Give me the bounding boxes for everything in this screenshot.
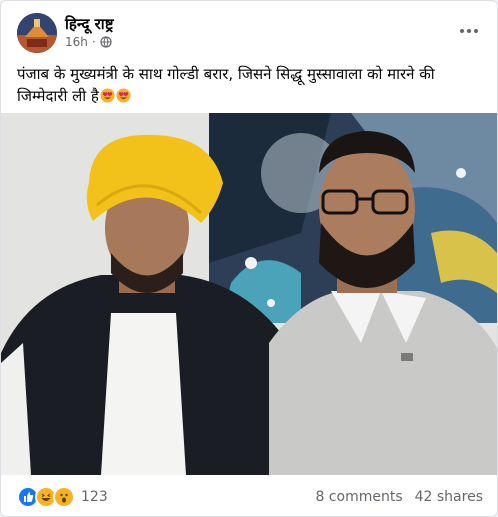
meta-separator: · xyxy=(91,35,96,49)
globe-icon xyxy=(100,36,112,48)
post-text: पंजाब के मुख्यमंत्री के साथ गोल्डी बरार,… xyxy=(17,63,483,107)
heart-eyes-emoji xyxy=(116,87,131,103)
post-meta: 16h · xyxy=(65,35,112,49)
page-avatar[interactable] xyxy=(17,13,57,53)
post-photo[interactable] xyxy=(1,113,497,475)
engagement-counts: 8 comments 42 shares xyxy=(315,489,483,505)
page-name[interactable]: हिन्दू राष्ट्र xyxy=(65,14,113,34)
shares-count[interactable]: 42 shares xyxy=(415,489,483,505)
post-text-body: पंजाब के मुख्यमंत्री के साथ गोल्डी बरार,… xyxy=(17,65,435,105)
comments-count[interactable]: 8 comments xyxy=(315,489,402,505)
more-horizontal-icon[interactable] xyxy=(455,19,483,43)
reactions-summary[interactable]: 123 xyxy=(17,486,108,508)
reaction-count[interactable]: 123 xyxy=(81,489,108,505)
heart-eyes-emoji xyxy=(100,87,115,103)
post-card: हिन्दू राष्ट्र 16h · पंजाब के मुख्यमंत्र… xyxy=(0,0,498,517)
wow-reaction-icon xyxy=(53,486,75,508)
post-time[interactable]: 16h xyxy=(65,35,88,49)
post-header: हिन्दू राष्ट्र 16h · xyxy=(17,13,483,57)
post-footer: 123 8 comments 42 shares xyxy=(17,483,483,511)
